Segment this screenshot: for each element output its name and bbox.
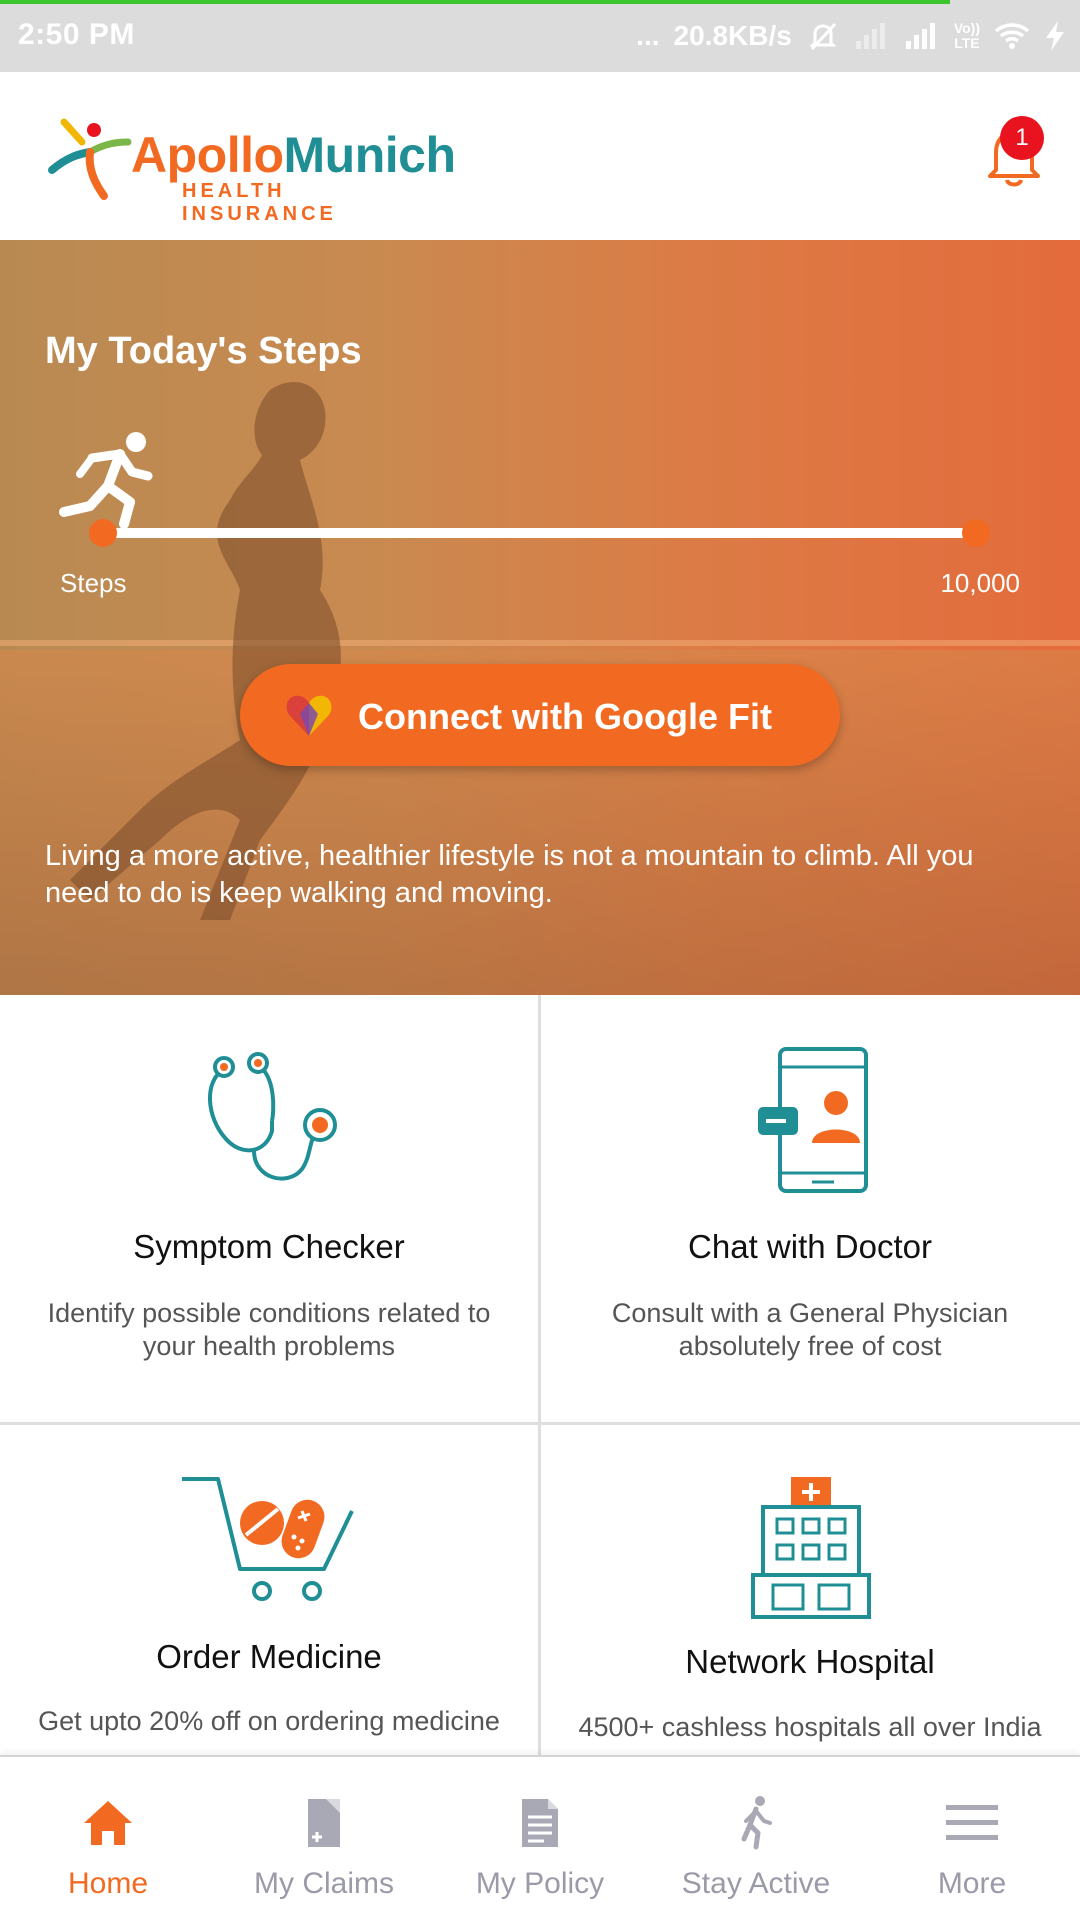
notification-badge: 1 xyxy=(1000,116,1044,160)
chat-with-doctor-card[interactable]: Chat with Doctor Consult with a General … xyxy=(541,995,1079,1422)
volte-badge: Vo)) LTE xyxy=(953,20,980,51)
card-description: Get upto 20% off on ordering medicine xyxy=(38,1706,500,1736)
menu-icon xyxy=(946,1805,998,1840)
nav-label: Home xyxy=(67,1867,149,1900)
walking-icon xyxy=(741,1796,772,1850)
google-fit-heart-icon xyxy=(286,695,332,736)
nav-my-policy[interactable]: My Policy xyxy=(432,1757,648,1920)
claims-icon xyxy=(308,1799,340,1847)
card-title: Chat with Doctor xyxy=(688,1228,932,1265)
home-icon xyxy=(84,1801,132,1845)
nav-label: More xyxy=(937,1867,1007,1900)
status-time: 2:50 PM xyxy=(18,18,135,51)
hospital-icon xyxy=(751,1477,871,1619)
status-bar: 2:50 PM ... 20.8KB/s Vo)) LTE xyxy=(0,0,1080,72)
medicine-cart-icon xyxy=(182,1477,354,1601)
wifi-icon xyxy=(994,23,1030,49)
card-description: 4500+ cashless hospitals all over India xyxy=(578,1712,1042,1742)
app-header: ApolloMunich HEALTH INSURANCE 1 xyxy=(0,72,1080,240)
nav-label: My Claims xyxy=(254,1867,394,1900)
stethoscope-icon xyxy=(208,1052,337,1181)
apollo-munich-logo: ApolloMunich HEALTH INSURANCE xyxy=(44,112,456,225)
steps-progress-start-dot xyxy=(89,519,117,547)
steps-progress-track xyxy=(103,528,976,538)
steps-title: My Today's Steps xyxy=(45,330,362,372)
network-speed: 20.8KB/s xyxy=(673,20,792,51)
status-dots: ... xyxy=(636,20,660,51)
page-load-progress xyxy=(0,0,950,4)
connect-google-fit-button[interactable]: Connect with Google Fit xyxy=(240,664,840,766)
phone-doctor-icon xyxy=(758,1047,868,1193)
nav-home[interactable]: Home xyxy=(0,1757,216,1920)
card-title: Symptom Checker xyxy=(133,1228,405,1265)
card-title: Network Hospital xyxy=(685,1643,935,1680)
hero-description: Living a more active, healthier lifestyl… xyxy=(45,840,974,909)
charging-bolt-icon xyxy=(1046,21,1064,51)
card-description: Consult with a General Physician absolut… xyxy=(611,1298,1009,1361)
steps-goal: 10,000 xyxy=(940,568,1020,598)
signal-strong-icon xyxy=(905,23,935,49)
steps-hero-banner: My Today's Steps Steps 10,000 Connect wi… xyxy=(0,240,1080,995)
nav-label: My Policy xyxy=(475,1867,605,1900)
steps-label: Steps xyxy=(60,568,127,598)
status-icons: ... 20.8KB/s Vo)) LTE xyxy=(636,14,1066,58)
logo-tagline: HEALTH INSURANCE xyxy=(182,180,337,225)
logo-figure-icon xyxy=(48,118,132,200)
symptom-checker-card[interactable]: Symptom Checker Identify possible condit… xyxy=(0,995,538,1422)
signal-weak-icon xyxy=(855,23,885,49)
nav-stay-active[interactable]: Stay Active xyxy=(648,1757,864,1920)
services-grid: Symptom Checker Identify possible condit… xyxy=(0,995,1080,1755)
policy-document-icon xyxy=(522,1799,558,1847)
network-hospital-card[interactable]: Network Hospital 4500+ cashless hospital… xyxy=(541,1425,1079,1755)
mute-bell-icon xyxy=(809,22,837,51)
card-title: Order Medicine xyxy=(156,1638,382,1675)
order-medicine-card[interactable]: Order Medicine Get upto 20% off on order… xyxy=(0,1425,538,1755)
steps-progress-end-dot xyxy=(962,519,990,547)
bottom-navigation: Home My Claims My Policy Stay Active Mor… xyxy=(0,1755,1080,1920)
nav-more[interactable]: More xyxy=(864,1757,1080,1920)
runner-icon xyxy=(59,432,153,528)
connect-google-fit-label: Connect with Google Fit xyxy=(358,696,772,737)
logo-wordmark: ApolloMunich xyxy=(131,127,456,183)
nav-my-claims[interactable]: My Claims xyxy=(216,1757,432,1920)
card-description: Identify possible conditions related to … xyxy=(47,1298,491,1361)
nav-label: Stay Active xyxy=(681,1867,831,1900)
